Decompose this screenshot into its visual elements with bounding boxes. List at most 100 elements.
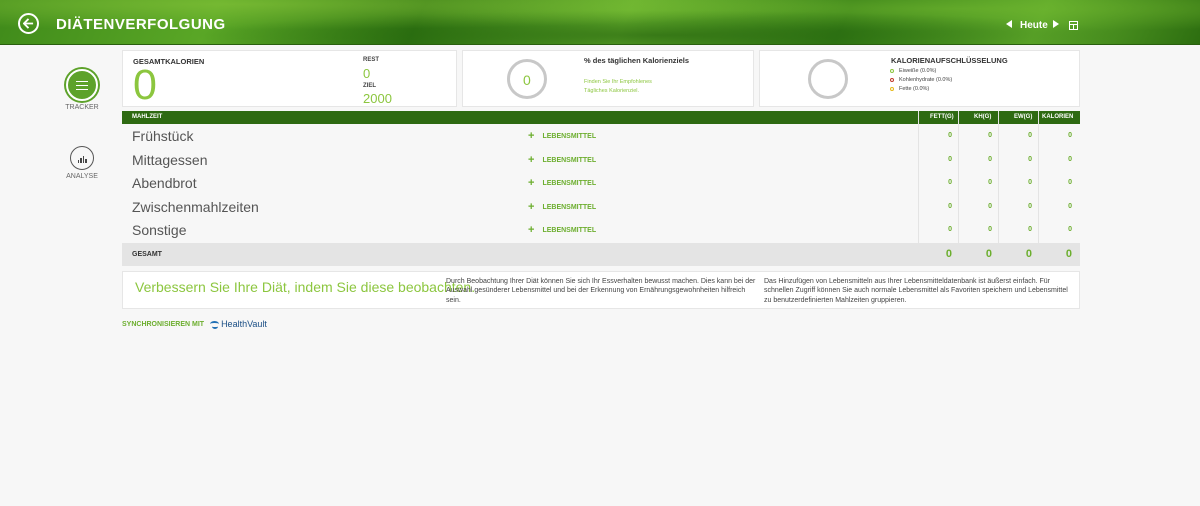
- previous-day-icon[interactable]: [1006, 20, 1012, 28]
- tracker-button[interactable]: [66, 69, 98, 101]
- add-food-label: LEBENSMITTEL: [542, 204, 597, 211]
- calendar-icon[interactable]: [1069, 21, 1078, 30]
- daily-goal-link[interactable]: Finden Sie Ihr Empfohlenes Tägliches Kal…: [584, 78, 674, 97]
- legend-item-carbs: Kohlenhydrate (0.0%): [890, 77, 952, 83]
- legend-label: Eiweiße (0.0%): [899, 68, 937, 74]
- meal-row-lunch: Mittagessen + LEBENSMITTEL 0 0 0 0: [122, 149, 1080, 172]
- calories-cell: 0: [1068, 226, 1072, 233]
- protein-cell: 0: [1028, 226, 1032, 233]
- legend-dot-icon: [890, 69, 894, 73]
- plus-icon: +: [528, 130, 535, 142]
- bar-chart-icon: [77, 156, 87, 163]
- protein-cell: 0: [1028, 203, 1032, 210]
- daily-goal-panel: 0 % des täglichen Kalorienziels Finden S…: [462, 50, 754, 107]
- legend-dot-icon: [890, 87, 894, 91]
- total-calories-value: 0: [133, 61, 157, 109]
- meal-name: Sonstige: [132, 222, 187, 238]
- healthvault-icon: [210, 320, 220, 329]
- date-label[interactable]: Heute: [1020, 20, 1048, 31]
- add-food-button[interactable]: + LEBENSMITTEL: [528, 225, 596, 236]
- healthvault-label[interactable]: HealthVault: [221, 319, 267, 329]
- column-header-meal: MAHLZEIT: [132, 114, 163, 120]
- add-food-label: LEBENSMITTEL: [542, 227, 597, 234]
- add-food-button[interactable]: + LEBENSMITTEL: [528, 155, 596, 166]
- app-header: DIÄTENVERFOLGUNG Heute: [0, 0, 1200, 45]
- protein-cell: 0: [1028, 132, 1032, 139]
- daily-goal-ring-value: 0: [523, 72, 531, 88]
- add-food-label: LEBENSMITTEL: [542, 157, 597, 164]
- rest-label: REST: [363, 57, 380, 63]
- fat-cell: 0: [948, 226, 952, 233]
- carbs-cell: 0: [988, 156, 992, 163]
- fat-cell: 0: [948, 203, 952, 210]
- sidebar-item-analysis[interactable]: ANALYSE: [58, 146, 106, 180]
- meal-table-header: MAHLZEIT FETT(g) KH(g) EW(g) KALORIEN: [122, 111, 1080, 124]
- sync-healthvault[interactable]: SYNCHRONISIEREN MIT HealthVault: [122, 319, 267, 329]
- plus-icon: +: [528, 201, 535, 213]
- totals-label: GESAMT: [132, 251, 162, 258]
- total-carbs-cell: 0: [985, 248, 992, 260]
- sidebar-item-label: TRACKER: [65, 104, 99, 111]
- meal-row-breakfast: Frühstück + LEBENSMITTEL 0 0 0 0: [122, 125, 1080, 148]
- carbs-cell: 0: [988, 203, 992, 210]
- breakdown-title: KALORIENAUFSCHLÜSSELUNG: [891, 56, 1008, 65]
- add-food-button[interactable]: + LEBENSMITTEL: [528, 202, 596, 213]
- add-food-label: LEBENSMITTEL: [542, 180, 597, 187]
- goal-value[interactable]: 2000: [363, 91, 392, 106]
- tips-text-tracking: Durch Beobachtung Ihrer Diät können Sie …: [446, 278, 756, 304]
- meal-row-other: Sonstige + LEBENSMITTEL 0 0 0 0: [122, 219, 1080, 242]
- legend-dot-icon: [890, 78, 894, 82]
- legend-item-protein: Eiweiße (0.0%): [890, 68, 936, 74]
- daily-goal-title: % des täglichen Kalorienziels: [584, 56, 690, 65]
- meal-name: Zwischenmahlzeiten: [132, 199, 259, 215]
- totals-row: GESAMT 0 0 0 0: [122, 243, 1080, 266]
- breakdown-ring: [808, 59, 848, 99]
- sync-label[interactable]: SYNCHRONISIEREN MIT: [122, 321, 204, 328]
- column-header-fat: FETT(g): [930, 114, 954, 120]
- meal-name: Mittagessen: [132, 152, 208, 168]
- protein-cell: 0: [1028, 179, 1032, 186]
- sidebar-item-label: ANALYSE: [66, 173, 98, 180]
- total-fat-cell: 0: [945, 248, 952, 260]
- legend-item-fat: Fette (0.0%): [890, 86, 929, 92]
- column-header-protein: EW(g): [1014, 114, 1033, 120]
- rest-value: 0: [363, 66, 371, 81]
- calories-cell: 0: [1068, 132, 1072, 139]
- fat-cell: 0: [948, 156, 952, 163]
- tips-panel: Verbessern Sie Ihre Diät, indem Sie dies…: [122, 271, 1080, 309]
- add-food-label: LEBENSMITTEL: [542, 133, 597, 140]
- meal-row-dinner: Abendbrot + LEBENSMITTEL 0 0 0 0: [122, 172, 1080, 195]
- meal-name: Abendbrot: [132, 175, 197, 191]
- protein-cell: 0: [1028, 156, 1032, 163]
- total-calories-cell: 0: [1065, 248, 1072, 260]
- next-day-icon[interactable]: [1053, 20, 1059, 28]
- total-protein-cell: 0: [1025, 248, 1032, 260]
- plus-icon: +: [528, 154, 535, 166]
- analysis-button[interactable]: [70, 146, 94, 170]
- tips-heading: Verbessern Sie Ihre Diät, indem Sie dies…: [135, 279, 476, 295]
- sidebar-item-tracker[interactable]: TRACKER: [58, 69, 106, 111]
- calories-cell: 0: [1068, 179, 1072, 186]
- back-button[interactable]: [18, 13, 39, 34]
- carbs-cell: 0: [988, 179, 992, 186]
- back-arrow-icon: [23, 18, 34, 29]
- calories-cell: 0: [1068, 156, 1072, 163]
- add-food-button[interactable]: + LEBENSMITTEL: [528, 131, 596, 142]
- legend-label: Kohlenhydrate (0.0%): [899, 77, 953, 83]
- meal-name: Frühstück: [132, 128, 194, 144]
- total-calories-panel: GESAMTKALORIEN 0 REST 0 ZIEL 2000: [122, 50, 457, 107]
- page-title: DIÄTENVERFOLGUNG: [56, 16, 226, 33]
- add-food-button[interactable]: + LEBENSMITTEL: [528, 178, 596, 189]
- fat-cell: 0: [948, 132, 952, 139]
- carbs-cell: 0: [988, 132, 992, 139]
- legend-label: Fette (0.0%): [899, 86, 930, 92]
- plus-icon: +: [528, 177, 535, 189]
- goal-label: ZIEL: [363, 83, 376, 89]
- calories-cell: 0: [1068, 203, 1072, 210]
- fat-cell: 0: [948, 179, 952, 186]
- plus-icon: +: [528, 224, 535, 236]
- carbs-cell: 0: [988, 226, 992, 233]
- column-header-carbs: KH(g): [974, 114, 992, 120]
- tips-text-adding: Das Hinzufügen von Lebensmitteln aus Ihr…: [764, 278, 1068, 304]
- calorie-breakdown-panel: KALORIENAUFSCHLÜSSELUNG Eiweiße (0.0%) K…: [759, 50, 1080, 107]
